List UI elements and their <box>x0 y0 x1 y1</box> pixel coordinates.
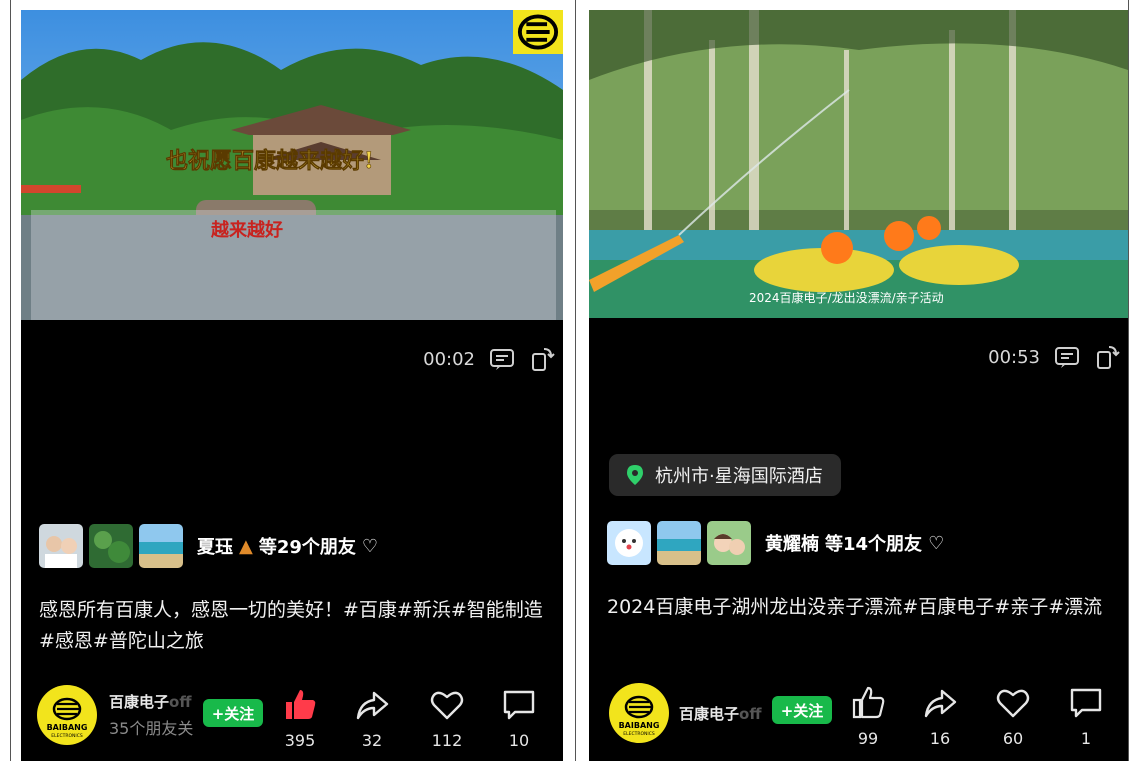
location-text: 杭州市·星海国际酒店 <box>655 466 823 487</box>
account-name-text: 百康电子 <box>679 705 740 723</box>
left-friend-likes[interactable]: 夏珏 ▲ 等29个朋友 ♡ <box>39 524 378 568</box>
left-like-count: 395 <box>284 731 316 750</box>
right-favorite-button[interactable]: 60 <box>988 685 1038 748</box>
friend-emoji-icon: ▲ <box>239 535 253 557</box>
left-comment-count: 10 <box>508 731 530 750</box>
right-like-count: 99 <box>857 729 879 748</box>
heart-icon <box>996 689 1030 718</box>
right-account-name[interactable]: 百康电子off <box>679 703 761 724</box>
brand-badge-icon <box>513 10 563 54</box>
left-account-name[interactable]: 百康电子off <box>109 691 191 712</box>
right-border <box>1128 0 1129 761</box>
friend-avatar-3 <box>707 521 751 565</box>
right-location-tag[interactable]: 杭州市·星海国际酒店 <box>609 454 841 496</box>
account-name-fade: off <box>739 705 762 723</box>
account-name-fade: off <box>169 693 192 711</box>
left-comment-button[interactable]: 10 <box>494 687 544 750</box>
left-video-duration: 00:02 <box>423 348 475 370</box>
left-follow-button[interactable]: +关注 <box>203 699 263 727</box>
right-video-post: 2024百康电子/龙出没漂流/亲子活动 00:53 杭州市·星海国际酒店 黄耀楠… <box>589 10 1128 761</box>
share-icon <box>356 691 389 720</box>
center-divider <box>575 0 576 761</box>
left-bottom-bar: BAIBANG ELECTRONICS 百康电子off 35个朋友关 +关注 3… <box>21 683 563 761</box>
thumbs-up-icon <box>852 686 885 719</box>
left-border <box>10 0 11 761</box>
left-hero-sign-text: 越来越好 <box>210 219 283 241</box>
account-name-text: 百康电子 <box>109 693 170 711</box>
left-video-post: 也祝愿百康越来越好! 越来越好 00:02 夏珏 ▲ 等29个朋友 ♡ 感恩所有… <box>21 10 563 761</box>
left-account-avatar[interactable]: BAIBANG ELECTRONICS <box>37 685 97 745</box>
friend-avatar-2 <box>89 524 133 568</box>
left-favorite-count: 112 <box>431 731 463 750</box>
friend-count: 等14个朋友 <box>825 534 923 555</box>
right-follow-button[interactable]: +关注 <box>772 696 832 724</box>
left-caption[interactable]: 感恩所有百康人，感恩一切的美好！#百康#新浜#智能制造#感恩#普陀山之旅 <box>39 595 547 657</box>
left-video-thumbnail[interactable]: 也祝愿百康越来越好! 越来越好 <box>21 10 563 320</box>
heart-icon <box>430 691 464 720</box>
left-logo-text: BAIBANG <box>47 723 88 732</box>
friend-avatar-3 <box>139 524 183 568</box>
danmaku-icon[interactable] <box>489 346 515 372</box>
friend-avatar-1 <box>39 524 83 568</box>
right-account-avatar[interactable]: BAIBANG ELECTRONICS <box>609 683 669 743</box>
heart-small-icon: ♡ <box>928 532 945 554</box>
friend-name: 黄耀楠 <box>765 534 819 555</box>
right-logo-subtext: ELECTRONICS <box>623 731 655 737</box>
right-friend-likes[interactable]: 黄耀楠 等14个朋友 ♡ <box>607 521 944 565</box>
right-comment-count: 1 <box>1080 729 1092 748</box>
friend-name: 夏珏 <box>197 537 233 558</box>
left-friend-text: 夏珏 ▲ 等29个朋友 ♡ <box>197 533 378 559</box>
left-hero-overlay-text: 也祝愿百康越来越好! <box>166 148 374 174</box>
right-meta-row: 00:53 <box>988 344 1120 370</box>
right-hero-overlay-text: 2024百康电子/龙出没漂流/亲子活动 <box>749 290 944 305</box>
right-share-button[interactable]: 16 <box>915 685 965 748</box>
share-icon <box>924 689 957 718</box>
right-favorite-count: 60 <box>1002 729 1024 748</box>
right-video-duration: 00:53 <box>988 346 1040 368</box>
right-friend-text: 黄耀楠 等14个朋友 ♡ <box>765 530 944 556</box>
right-like-button[interactable]: 99 <box>843 685 893 748</box>
right-logo-text: BAIBANG <box>619 721 660 730</box>
left-like-button[interactable]: 395 <box>275 687 325 750</box>
friend-avatar-2 <box>657 521 701 565</box>
left-favorite-button[interactable]: 112 <box>422 687 472 750</box>
right-caption[interactable]: 2024百康电子湖州龙出没亲子漂流#百康电子#亲子#漂流 <box>607 592 1112 623</box>
left-share-button[interactable]: 32 <box>347 687 397 750</box>
group-photo-crowd <box>31 210 556 320</box>
comment-icon <box>1070 688 1102 718</box>
left-logo-subtext: ELECTRONICS <box>51 733 83 739</box>
rotate-screen-icon[interactable] <box>1094 344 1120 370</box>
left-account-subtitle: 35个朋友关 <box>109 719 194 738</box>
right-share-count: 16 <box>929 729 951 748</box>
friend-count: 等29个朋友 <box>258 537 356 558</box>
friend-avatar-1 <box>607 521 651 565</box>
rotate-screen-icon[interactable] <box>529 346 555 372</box>
heart-small-icon: ♡ <box>361 535 379 557</box>
right-comment-button[interactable]: 1 <box>1061 685 1111 748</box>
right-bottom-bar: BAIBANG ELECTRONICS 百康电子off +关注 99 16 60… <box>589 681 1128 759</box>
location-pin-icon <box>627 465 643 485</box>
danmaku-icon[interactable] <box>1054 344 1080 370</box>
right-video-thumbnail[interactable]: 2024百康电子/龙出没漂流/亲子活动 <box>589 10 1128 318</box>
left-meta-row: 00:02 <box>423 346 555 372</box>
thumbs-up-filled-icon <box>286 690 316 719</box>
comment-icon <box>503 690 535 720</box>
left-share-count: 32 <box>361 731 383 750</box>
